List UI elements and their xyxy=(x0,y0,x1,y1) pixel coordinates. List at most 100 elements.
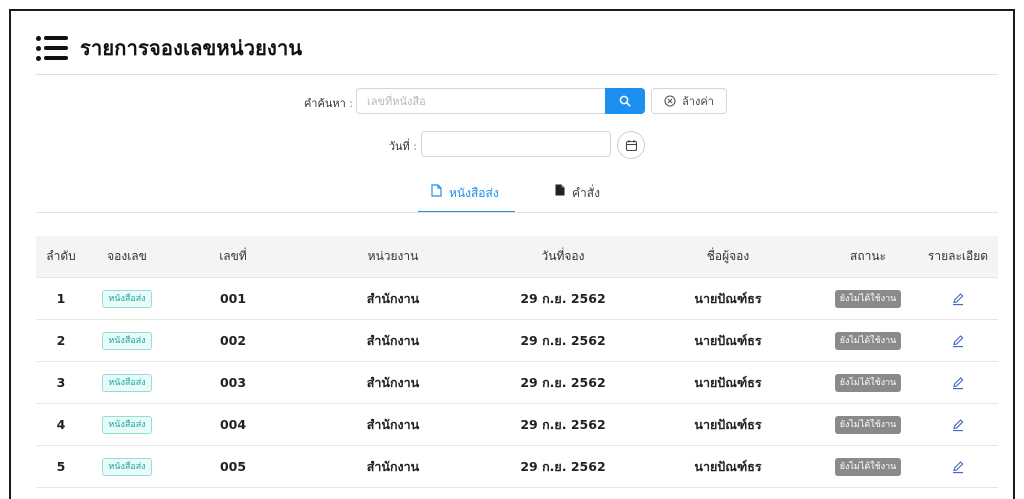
calendar-button[interactable] xyxy=(617,131,645,159)
row-number: 4 xyxy=(56,417,66,432)
type-badge: หนังสือส่ง xyxy=(102,373,152,392)
table-row[interactable]: 2 หนังสือส่ง 002 สำนักงาน 29 ก.ย. 2562 น… xyxy=(36,320,998,362)
column-header[interactable]: ชื่อผู้จอง xyxy=(638,236,818,277)
unit-cell: สำนักงาน xyxy=(366,290,420,306)
column-header[interactable]: วันที่จอง xyxy=(488,236,638,277)
reserved-number: 001 xyxy=(219,291,247,306)
type-badge: หนังสือส่ง xyxy=(102,415,152,434)
tab-label: หนังสือส่ง xyxy=(449,186,499,200)
date-cell: 29 ก.ย. 2562 xyxy=(520,416,606,432)
type-badge: หนังสือส่ง xyxy=(102,289,152,308)
type-cell: หนังสือส่ง xyxy=(86,362,168,403)
type-badge: หนังสือส่ง xyxy=(102,331,152,350)
unit-cell: สำนักงาน xyxy=(366,416,420,432)
status-cell: ยังไม่ได้ใช้งาน xyxy=(818,278,918,319)
list-icon xyxy=(36,35,68,61)
date-cell: 29 ก.ย. 2562 xyxy=(520,458,606,474)
column-header[interactable]: สถานะ xyxy=(818,236,918,277)
table-row[interactable]: 5 หนังสือส่ง 005 สำนักงาน 29 ก.ย. 2562 น… xyxy=(36,446,998,488)
edit-button[interactable] xyxy=(948,457,968,477)
table-row[interactable]: 3 หนังสือส่ง 003 สำนักงาน 29 ก.ย. 2562 น… xyxy=(36,362,998,404)
detail-cell xyxy=(918,446,998,487)
column-header[interactable]: รายละเอียด xyxy=(918,236,998,277)
document-filled-icon xyxy=(555,184,565,196)
table-header: ลำดับ จองเลข เลขที่ หน่วยงาน วันที่จอง ช… xyxy=(36,236,998,278)
pencil-icon xyxy=(953,292,964,305)
type-cell: หนังสือส่ง xyxy=(86,320,168,361)
status-badge: ยังไม่ได้ใช้งาน xyxy=(834,415,902,434)
clear-button[interactable]: ล้างค่า xyxy=(651,88,727,114)
booker-cell: นายปัณฑ์ธร xyxy=(694,416,762,432)
column-header[interactable]: เลขที่ xyxy=(168,236,298,277)
date-label-group: วันที่ : xyxy=(351,137,417,155)
tab-label: คำสั่ง xyxy=(572,186,600,200)
tabs-divider xyxy=(36,212,998,213)
keyword-label-group: คำค้นหา : xyxy=(281,94,353,112)
keyword-label: คำค้นหา xyxy=(303,97,346,110)
edit-button[interactable] xyxy=(948,373,968,393)
detail-cell xyxy=(918,362,998,403)
date-row: วันที่ : xyxy=(11,131,1013,159)
tab-orders[interactable]: คำสั่ง xyxy=(555,181,600,213)
date-cell: 29 ก.ย. 2562 xyxy=(520,374,606,390)
status-badge: ยังไม่ได้ใช้งาน xyxy=(834,457,902,476)
status-badge: ยังไม่ได้ใช้งาน xyxy=(834,373,902,392)
booker-cell: นายปัณฑ์ธร xyxy=(694,458,762,474)
type-cell: หนังสือส่ง xyxy=(86,404,168,445)
tab-outgoing-letters[interactable]: หนังสือส่ง xyxy=(431,181,499,213)
header-divider xyxy=(36,74,998,75)
tab-bar: หนังสือส่ง คำสั่ง xyxy=(11,181,1013,213)
clear-button-label: ล้างค่า xyxy=(682,95,714,108)
status-badge: ยังไม่ได้ใช้งาน xyxy=(834,289,902,308)
clear-circle-icon xyxy=(664,95,676,107)
reserved-number: 004 xyxy=(219,417,247,432)
search-row: คำค้นหา : ล้างค่า xyxy=(11,88,1013,116)
date-label: วันที่ xyxy=(388,140,410,153)
booker-cell: นายปัณฑ์ธร xyxy=(694,290,762,306)
status-cell: ยังไม่ได้ใช้งาน xyxy=(818,404,918,445)
row-number: 2 xyxy=(56,333,66,348)
pencil-icon xyxy=(953,418,964,431)
unit-cell: สำนักงาน xyxy=(366,332,420,348)
date-colon: : xyxy=(413,140,417,153)
detail-cell xyxy=(918,278,998,319)
unit-cell: สำนักงาน xyxy=(366,458,420,474)
row-number: 3 xyxy=(56,375,66,390)
table-row[interactable]: 1 หนังสือส่ง 001 สำนักงาน 29 ก.ย. 2562 น… xyxy=(36,278,998,320)
date-cell: 29 ก.ย. 2562 xyxy=(520,332,606,348)
search-input[interactable] xyxy=(356,88,606,114)
column-header[interactable]: ลำดับ xyxy=(36,236,86,277)
booker-cell: นายปัณฑ์ธร xyxy=(694,374,762,390)
column-header[interactable]: หน่วยงาน xyxy=(298,236,488,277)
detail-cell xyxy=(918,320,998,361)
calendar-icon xyxy=(625,139,637,151)
status-badge: ยังไม่ได้ใช้งาน xyxy=(834,331,902,350)
status-cell: ยังไม่ได้ใช้งาน xyxy=(818,362,918,403)
edit-button[interactable] xyxy=(948,289,968,309)
type-cell: หนังสือส่ง xyxy=(86,446,168,487)
pencil-icon xyxy=(953,334,964,347)
unit-cell: สำนักงาน xyxy=(366,374,420,390)
edit-button[interactable] xyxy=(948,331,968,351)
row-number: 1 xyxy=(56,291,66,306)
column-header[interactable]: จองเลข xyxy=(86,236,168,277)
reservation-table: ลำดับ จองเลข เลขที่ หน่วยงาน วันที่จอง ช… xyxy=(36,236,998,488)
reserved-number: 002 xyxy=(219,333,247,348)
type-cell: หนังสือส่ง xyxy=(86,278,168,319)
reserved-number: 003 xyxy=(219,375,247,390)
search-button[interactable] xyxy=(605,88,645,114)
status-cell: ยังไม่ได้ใช้งาน xyxy=(818,446,918,487)
edit-button[interactable] xyxy=(948,415,968,435)
date-input[interactable] xyxy=(421,131,611,157)
detail-cell xyxy=(918,404,998,445)
app-frame: รายการจองเลขหน่วยงาน คำค้นหา : ล้างค่า ว xyxy=(9,9,1015,499)
row-number: 5 xyxy=(56,459,66,474)
search-icon xyxy=(619,95,631,107)
pencil-icon xyxy=(953,376,964,389)
page-title: รายการจองเลขหน่วยงาน xyxy=(80,36,303,60)
booker-cell: นายปัณฑ์ธร xyxy=(694,332,762,348)
table-row[interactable]: 4 หนังสือส่ง 004 สำนักงาน 29 ก.ย. 2562 น… xyxy=(36,404,998,446)
status-cell: ยังไม่ได้ใช้งาน xyxy=(818,320,918,361)
document-outline-icon xyxy=(431,184,442,197)
pencil-icon xyxy=(953,460,964,473)
